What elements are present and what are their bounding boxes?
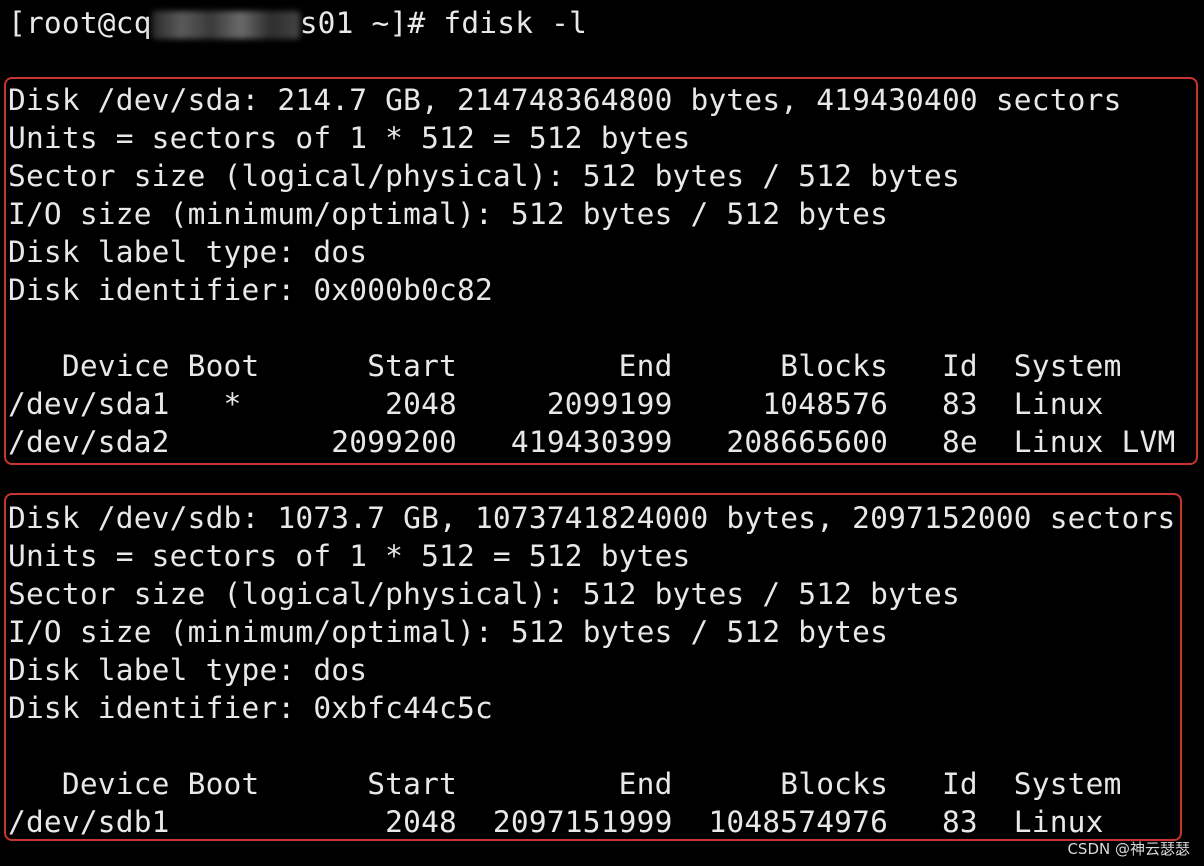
disk-sdb-info-line: Units = sectors of 1 * 512 = 512 bytes xyxy=(8,539,691,573)
prompt-command: fdisk -l xyxy=(443,6,588,40)
disk-sda-info-line: Disk identifier: 0x000b0c82 xyxy=(8,273,493,307)
disk-sda-info-line: Units = sectors of 1 * 512 = 512 bytes xyxy=(8,121,691,155)
disk-sdb-table-header: Device Boot Start End Blocks Id System xyxy=(8,767,1122,801)
disk-sdb-info-line: Sector size (logical/physical): 512 byte… xyxy=(8,577,960,611)
disk-sdb-info-line: Disk label type: dos xyxy=(8,653,368,687)
csdn-watermark: CSDN @神云瑟瑟 xyxy=(1067,840,1190,858)
disk-sdb-info-line: I/O size (minimum/optimal): 512 bytes / … xyxy=(8,615,889,649)
disk-sdb-info-line: Disk /dev/sdb: 1073.7 GB, 1073741824000 … xyxy=(8,501,1176,535)
prompt-user-host-suffix: s01 ~]# xyxy=(299,6,444,40)
disk-sdb-info-line: Disk identifier: 0xbfc44c5c xyxy=(8,691,493,725)
disk-sdb-partition-row: /dev/sdb1 2048 2097151999 1048574976 83 … xyxy=(8,805,1104,839)
disk-sda-partition-row: /dev/sda1 * 2048 2099199 1048576 83 Linu… xyxy=(8,387,1104,421)
disk-sda-info-line: Disk /dev/sda: 214.7 GB, 214748364800 by… xyxy=(8,83,1122,117)
terminal-window[interactable]: { "colors": { "background": "#000000", "… xyxy=(0,0,1204,866)
prompt-line: [root@cq s01 ~]# fdisk -l xyxy=(8,4,587,42)
disk-sda-partition-row: /dev/sda2 2099200 419430399 208665600 8e… xyxy=(8,425,1176,459)
prompt-user-host-prefix: [root@cq xyxy=(8,6,152,40)
disk-sda-info-line: Sector size (logical/physical): 512 byte… xyxy=(8,159,960,193)
disk-sda-info-line: Disk label type: dos xyxy=(8,235,368,269)
disk-sda-table-header: Device Boot Start End Blocks Id System xyxy=(8,349,1122,383)
disk-sda-info-line: I/O size (minimum/optimal): 512 bytes / … xyxy=(8,197,889,231)
redacted-hostname xyxy=(151,10,300,39)
